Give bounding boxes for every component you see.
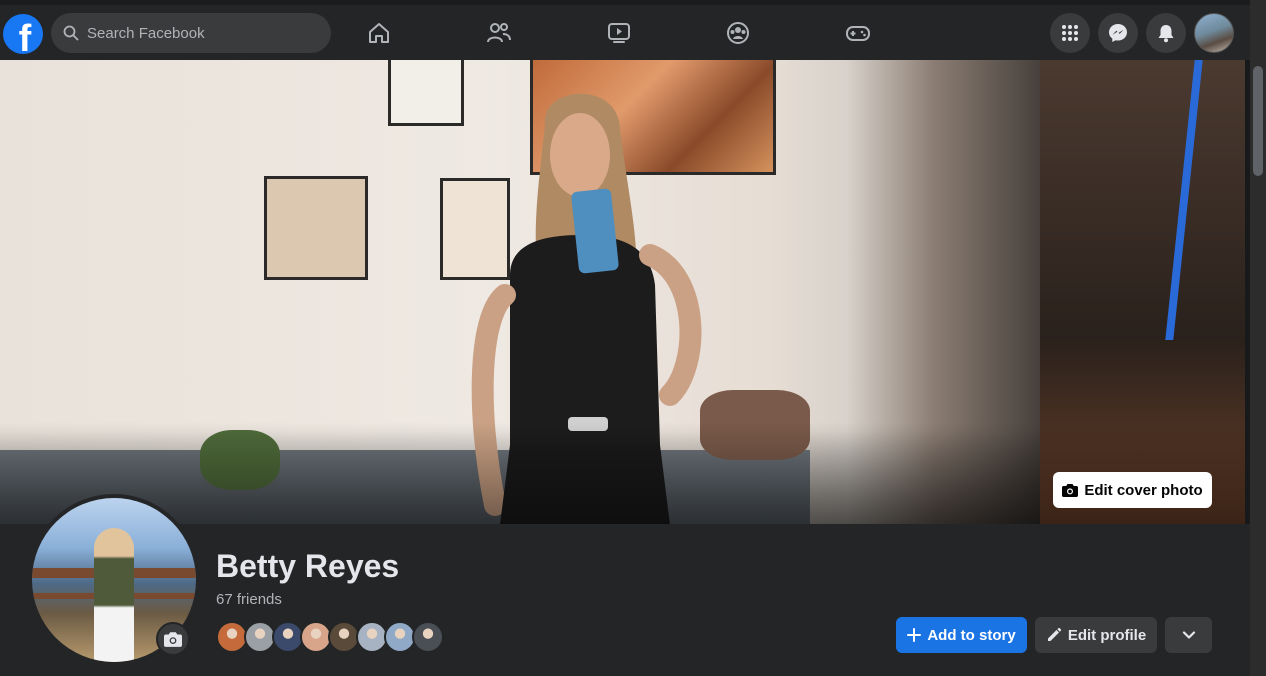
friend-avatars xyxy=(216,621,444,653)
more-options-button[interactable] xyxy=(1165,617,1212,653)
scrollbar-thumb[interactable] xyxy=(1253,66,1263,176)
watch-icon[interactable] xyxy=(605,19,633,47)
search-box[interactable] xyxy=(51,13,331,53)
edit-profile-button[interactable]: Edit profile xyxy=(1035,617,1157,653)
add-to-story-button[interactable]: Add to story xyxy=(896,617,1027,653)
plus-icon xyxy=(907,628,922,642)
account-avatar[interactable] xyxy=(1194,13,1234,53)
profile-name: Betty Reyes xyxy=(216,548,400,584)
person-figure xyxy=(94,528,134,662)
menu-grid-icon[interactable] xyxy=(1050,13,1090,53)
notifications-icon[interactable] xyxy=(1146,13,1186,53)
cover-gradient-overlay xyxy=(0,60,1245,524)
groups-icon[interactable] xyxy=(724,19,752,47)
chevron-down-icon xyxy=(1182,631,1195,639)
messenger-icon[interactable] xyxy=(1098,13,1138,53)
pencil-icon xyxy=(1047,627,1061,641)
edit-profile-label: Edit profile xyxy=(1067,626,1147,644)
friends-icon[interactable] xyxy=(485,19,513,47)
camera-icon xyxy=(164,632,182,647)
update-profile-picture-button[interactable] xyxy=(156,622,190,656)
logo-letter: f xyxy=(18,17,32,55)
edit-cover-photo-button[interactable]: Edit cover photo xyxy=(1053,472,1212,508)
edit-cover-label: Edit cover photo xyxy=(1084,481,1203,499)
home-icon[interactable] xyxy=(365,19,393,47)
facebook-logo[interactable]: f xyxy=(3,14,43,54)
cover-photo xyxy=(0,60,1245,524)
search-icon xyxy=(63,25,79,41)
search-input[interactable] xyxy=(87,24,307,42)
friend-avatar[interactable] xyxy=(412,621,444,653)
top-navigation-bar: f xyxy=(0,0,1250,60)
friends-count-link[interactable]: 67 friends xyxy=(216,591,282,608)
gaming-icon[interactable] xyxy=(844,19,872,47)
add-to-story-label: Add to story xyxy=(927,626,1016,644)
camera-icon xyxy=(1062,484,1079,497)
page-scrollbar[interactable] xyxy=(1250,0,1266,676)
